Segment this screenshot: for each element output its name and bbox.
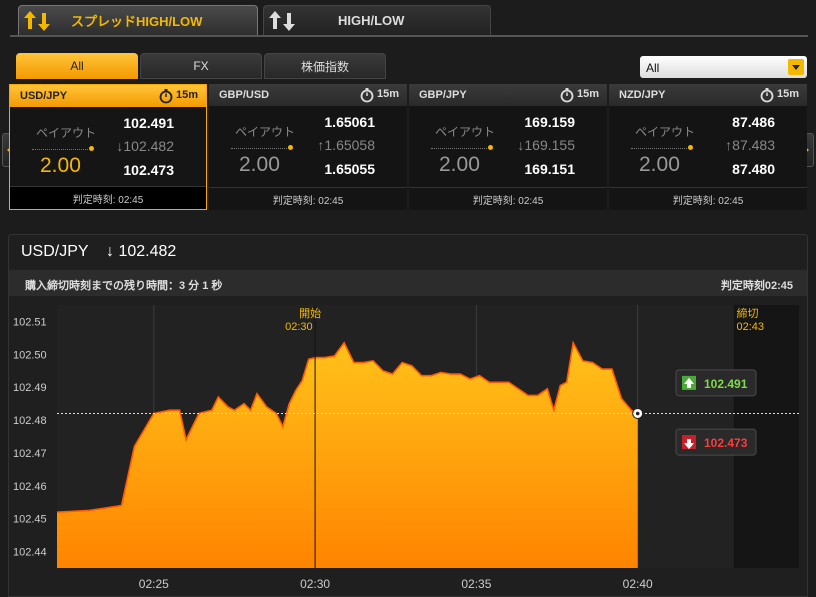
close-label: 締切 (736, 306, 758, 320)
card-current: ↑87.483 (725, 137, 775, 153)
payout-dot (288, 145, 293, 150)
payout-dot (488, 145, 493, 150)
up-down-arrows-icon (24, 10, 50, 31)
card-current: ↑1.65058 (317, 137, 375, 153)
y-tick-label: 102.50 (13, 349, 47, 361)
payout-value: 2.00 (439, 153, 480, 176)
stopwatch-icon (159, 89, 173, 104)
up-down-arrows-icon (269, 10, 295, 31)
price-chart: 02:25 02:30 02:35 02:40 102.44 102.45 102.46 10… (13, 305, 799, 591)
card-duration: 15m (376, 88, 399, 100)
asset-card-gbp-jpy[interactable]: GBP/JPY 15m ペイアウト 2.00 169.159 ↓169.155 169.15… (409, 84, 607, 210)
panel-current-rate: ↓ 102.482 (106, 243, 177, 260)
card-header: GBP/JPY 15m (409, 84, 607, 106)
payout-label: ペイアウト (235, 125, 296, 139)
subtab-all[interactable]: All (16, 53, 138, 79)
payout-divider (631, 148, 687, 149)
x-tick-label: 02:35 (461, 577, 491, 591)
y-tick-label: 102.45 (13, 514, 47, 526)
x-tick-label: 02:40 (623, 577, 653, 591)
chart-panel: USD/JPY ↓ 102.482 購入締切時刻までの残り時間：3 分 1 秒 … (8, 234, 808, 597)
y-tick-label: 102.47 (13, 448, 47, 460)
card-high: 87.486 (732, 114, 775, 130)
card-header: NZD/JPY 15m (609, 84, 807, 106)
y-tick-label: 102.51 (13, 316, 47, 328)
panel-title: USD/JPY (21, 243, 89, 260)
current-price-dot-center (635, 411, 640, 416)
stopwatch-icon (560, 88, 574, 103)
payout-label: ペイアウト (435, 125, 496, 139)
card-header: USD/JPY 15m (10, 85, 206, 107)
payout-divider (32, 149, 88, 150)
low-price-label: 102.473 (704, 436, 748, 450)
payout-label: ペイアウト (635, 125, 696, 139)
card-judge-time: 判定時刻: 02:45 (409, 187, 607, 210)
payout-value: 2.00 (639, 153, 680, 176)
info-bar: 購入締切時刻までの残り時間：3 分 1 秒 判定時刻02:45 (9, 270, 807, 296)
payout-divider (431, 148, 487, 149)
payout-divider (231, 148, 287, 149)
tab-label: スプレッドHIGH/LOW (71, 14, 203, 29)
card-high: 169.159 (524, 114, 575, 130)
asset-card-usd-jpy[interactable]: USD/JPY 15m ペイアウト 2.00 102.491 ↓102.482 102.47… (9, 84, 207, 210)
subtab-stock-index[interactable]: 株価指数 (264, 53, 386, 79)
tab-label: HIGH/LOW (338, 13, 405, 28)
stopwatch-icon (360, 88, 374, 103)
card-judge-time: 判定時刻: 02:45 (10, 186, 206, 209)
card-pair: NZD/JPY (619, 89, 666, 101)
card-high: 102.491 (123, 115, 174, 131)
x-tick-label: 02:30 (300, 577, 330, 591)
card-pair: USD/JPY (20, 90, 68, 102)
payout-value: 2.00 (40, 154, 81, 177)
payout-dot (688, 145, 693, 150)
tab-spread-highlow[interactable]: スプレッドHIGH/LOW (18, 5, 258, 35)
chevron-down-icon (788, 59, 804, 75)
filter-select[interactable]: All (640, 56, 807, 78)
close-time: 02:43 (736, 321, 764, 333)
x-tick-label: 02:25 (139, 577, 169, 591)
y-tick-label: 102.49 (13, 382, 47, 394)
tab-highlow[interactable]: HIGH/LOW (263, 5, 491, 35)
card-header: GBP/USD 15m (209, 84, 407, 106)
payout-dot (89, 146, 94, 151)
card-low: 87.480 (732, 161, 775, 177)
judge-time: 判定時刻02:45 (720, 280, 793, 292)
asset-card-gbp-usd[interactable]: GBP/USD 15m ペイアウト 2.00 1.65061 ↑1.65058 1.6505… (209, 84, 407, 210)
subtab-fx[interactable]: FX (140, 53, 262, 79)
start-time: 02:30 (285, 321, 313, 333)
asset-card-nzd-jpy[interactable]: NZD/JPY 15m ペイアウト 2.00 87.486 ↑87.483 87.480 判定… (609, 84, 807, 210)
card-low: 102.473 (123, 162, 174, 178)
high-price-label: 102.491 (704, 377, 748, 391)
card-judge-time: 判定時刻: 02:45 (209, 187, 407, 210)
tab-divider (10, 35, 808, 37)
y-tick-label: 102.46 (13, 481, 47, 493)
start-label: 開始 (299, 306, 321, 320)
payout-value: 2.00 (239, 153, 280, 176)
card-pair: GBP/USD (219, 89, 270, 101)
card-current: ↓102.482 (116, 138, 174, 154)
card-duration: 15m (776, 88, 799, 100)
y-tick-label: 102.44 (13, 547, 47, 559)
card-low: 169.151 (524, 161, 575, 177)
payout-label: ペイアウト (36, 126, 97, 140)
card-low: 1.65055 (324, 161, 375, 177)
remaining-time: 購入締切時刻までの残り時間：3 分 1 秒 (25, 280, 223, 292)
card-judge-time: 判定時刻: 02:45 (609, 187, 807, 210)
y-tick-label: 102.48 (13, 415, 47, 427)
stopwatch-icon (760, 88, 774, 103)
card-duration: 15m (576, 88, 599, 100)
card-duration: 15m (175, 89, 198, 101)
card-pair: GBP/JPY (419, 89, 467, 101)
filter-select-value: All (646, 61, 660, 75)
card-high: 1.65061 (324, 114, 375, 130)
card-current: ↓169.155 (517, 137, 575, 153)
